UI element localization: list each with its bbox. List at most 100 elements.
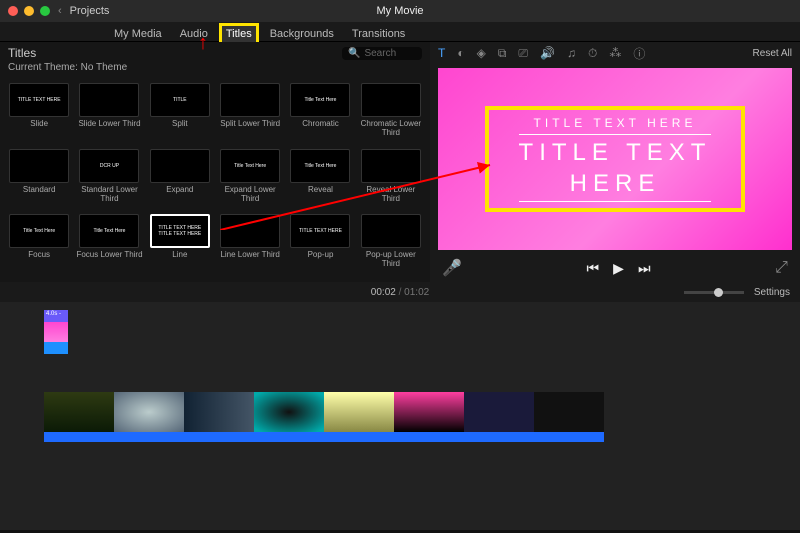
titlebar: ‹ Projects My Movie xyxy=(0,0,800,22)
info-icon[interactable]: ⓘ xyxy=(633,45,645,62)
clip-frame[interactable] xyxy=(184,392,254,432)
projects-button[interactable]: Projects xyxy=(70,5,110,17)
tab-audio[interactable]: Audio xyxy=(176,26,212,42)
audio-track[interactable] xyxy=(44,432,604,442)
color-correct-icon[interactable]: ◈ xyxy=(477,46,486,60)
maximize-icon[interactable] xyxy=(40,6,50,16)
search-input[interactable]: 🔍 Search xyxy=(342,47,422,60)
next-button[interactable]: ⏭ xyxy=(638,260,651,277)
title-item[interactable]: TITLE TEXT HERE Pop-up xyxy=(287,214,353,276)
title-sub: TITLE TEXT HERE xyxy=(519,114,712,132)
title-caption: Split Lower Third xyxy=(220,119,280,128)
title-item[interactable]: Pop-up Lower Third xyxy=(358,214,424,276)
minimize-icon[interactable] xyxy=(24,6,34,16)
zoom-slider[interactable] xyxy=(684,291,744,294)
title-clip-thumb[interactable] xyxy=(44,322,68,342)
title-item[interactable]: Split Lower Third xyxy=(217,83,283,145)
viewer-panel: T ◐ ◈ ⧉ ⎚ 🔊 ♫ ⏱ ⁂ ⓘ Reset All TITLE TEXT… xyxy=(430,42,800,282)
mic-icon[interactable]: 🎤 xyxy=(442,258,462,278)
noise-icon[interactable]: ♫ xyxy=(567,46,576,60)
time-bar: 00:02 / 01:02 Settings xyxy=(0,282,800,302)
window-controls xyxy=(8,6,50,16)
clip-frame[interactable] xyxy=(464,392,534,432)
title-thumb[interactable]: Title Text Here xyxy=(220,149,280,183)
close-icon[interactable] xyxy=(8,6,18,16)
video-preview[interactable]: TITLE TEXT HERE TITLE TEXTHERE xyxy=(438,68,792,250)
timecode: 00:02 / 01:02 xyxy=(371,287,429,298)
clip-frame[interactable] xyxy=(254,392,324,432)
title-thumb[interactable]: Title Text Here xyxy=(290,149,350,183)
title-item[interactable]: Title Text HereFocus Lower Third xyxy=(76,214,142,276)
speed-icon[interactable]: ⏱ xyxy=(588,46,597,61)
clip-frame[interactable] xyxy=(394,392,464,432)
timeline[interactable]: 4.0s - xyxy=(0,302,800,530)
title-item[interactable]: Reveal Lower Third xyxy=(358,149,424,211)
tab-transitions[interactable]: Transitions xyxy=(348,26,409,42)
clip-frame[interactable] xyxy=(534,392,604,432)
title-caption: Pop-up xyxy=(308,250,334,259)
title-thumb[interactable] xyxy=(9,149,69,183)
text-tool-icon[interactable]: T xyxy=(438,46,445,60)
tab-my-media[interactable]: My Media xyxy=(110,26,166,42)
title-item[interactable]: DCR UPStandard Lower Third xyxy=(76,149,142,211)
title-thumb[interactable]: DCR UP xyxy=(79,149,139,183)
title-thumb[interactable] xyxy=(361,149,421,183)
title-clip[interactable]: 4.0s - xyxy=(44,310,68,322)
title-item[interactable]: Title Text HereReveal xyxy=(287,149,353,211)
title-thumb[interactable] xyxy=(361,83,421,117)
title-item[interactable]: Expand xyxy=(147,149,213,211)
title-thumb[interactable] xyxy=(220,214,280,248)
title-item[interactable]: TITLE Split xyxy=(147,83,213,145)
window-title: My Movie xyxy=(376,5,423,17)
title-item[interactable]: Line Lower Third xyxy=(217,214,283,276)
title-thumb[interactable]: Title Text Here xyxy=(290,83,350,117)
title-item[interactable]: Slide Lower Third xyxy=(76,83,142,145)
title-item[interactable]: TITLE TEXT HERESlide xyxy=(6,83,72,145)
play-button[interactable]: ▶ xyxy=(613,260,624,277)
search-icon: 🔍 xyxy=(348,48,360,59)
title-caption: Expand xyxy=(166,185,193,194)
title-item[interactable]: Standard xyxy=(6,149,72,211)
settings-button[interactable]: Settings xyxy=(754,287,790,298)
title-caption: Split xyxy=(172,119,188,128)
filter-icon[interactable]: ⁂ xyxy=(609,46,621,60)
fullscreen-icon[interactable]: ⤢ xyxy=(775,259,788,277)
title-item[interactable]: Title Text HereExpand Lower Third xyxy=(217,149,283,211)
browser-heading: Titles xyxy=(8,46,36,60)
title-item[interactable]: Title Text HereFocus xyxy=(6,214,72,276)
title-thumb[interactable] xyxy=(79,83,139,117)
video-track[interactable] xyxy=(44,392,604,432)
theme-label: Current Theme: No Theme xyxy=(0,62,430,77)
inspector-toolbar: T ◐ ◈ ⧉ ⎚ 🔊 ♫ ⏱ ⁂ ⓘ Reset All xyxy=(430,42,800,64)
title-thumb[interactable]: TITLE TEXT HERE xyxy=(290,214,350,248)
title-thumb[interactable]: TITLE TEXT HERE TITLE TEXT HERE xyxy=(150,214,210,248)
volume-icon[interactable]: 🔊 xyxy=(540,46,555,60)
title-caption: Chromatic Lower Third xyxy=(358,119,424,137)
tab-backgrounds[interactable]: Backgrounds xyxy=(266,26,338,42)
title-clip-stack[interactable]: 4.0s - xyxy=(44,310,68,354)
title-thumb[interactable]: TITLE xyxy=(150,83,210,117)
stabilize-icon[interactable]: ⎚ xyxy=(518,46,528,61)
title-thumb[interactable] xyxy=(150,149,210,183)
title-clip-audio[interactable] xyxy=(44,342,68,354)
prev-button[interactable]: ⏮ xyxy=(587,260,600,277)
crop-icon[interactable]: ⧉ xyxy=(498,46,507,61)
title-thumb[interactable]: Title Text Here xyxy=(79,214,139,248)
reset-all-button[interactable]: Reset All xyxy=(753,48,792,59)
title-item[interactable]: Chromatic Lower Third xyxy=(358,83,424,145)
tab-titles[interactable]: Titles xyxy=(222,26,256,42)
title-thumb[interactable] xyxy=(220,83,280,117)
back-button[interactable]: ‹ xyxy=(58,5,62,17)
clip-frame[interactable] xyxy=(114,392,184,432)
title-caption: Slide Lower Third xyxy=(78,119,140,128)
color-balance-icon[interactable]: ◐ xyxy=(457,46,464,60)
title-thumb[interactable]: TITLE TEXT HERE xyxy=(9,83,69,117)
title-item[interactable]: TITLE TEXT HERE TITLE TEXT HERE Line xyxy=(147,214,213,276)
title-thumb[interactable] xyxy=(361,214,421,248)
clip-frame[interactable] xyxy=(324,392,394,432)
title-overlay[interactable]: TITLE TEXT HERE TITLE TEXTHERE xyxy=(485,106,746,212)
title-thumb[interactable]: Title Text Here xyxy=(9,214,69,248)
title-item[interactable]: Title Text HereChromatic xyxy=(287,83,353,145)
title-caption: Line xyxy=(172,250,187,259)
clip-frame[interactable] xyxy=(44,392,114,432)
